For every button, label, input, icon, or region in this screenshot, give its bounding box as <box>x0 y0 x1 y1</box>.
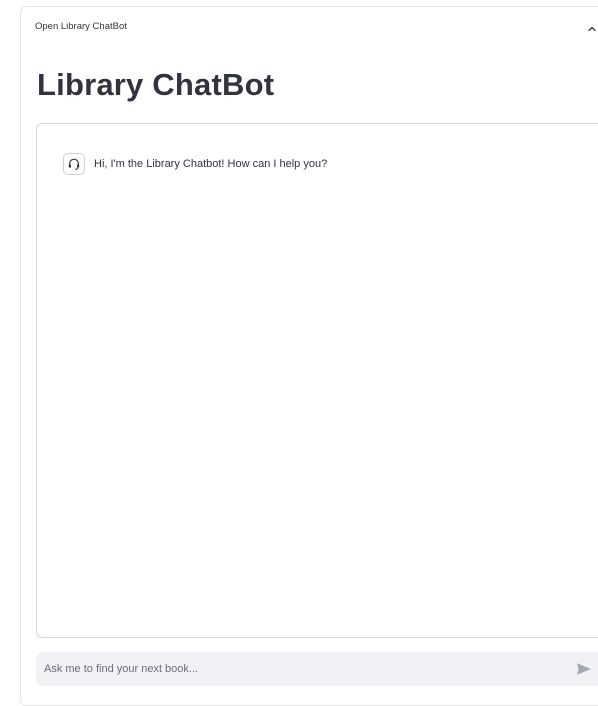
expander-label: Open Library ChatBot <box>35 21 127 32</box>
chat-input[interactable] <box>36 652 556 686</box>
send-button[interactable] <box>574 660 594 678</box>
expander-header[interactable]: Open Library ChatBot <box>21 7 598 45</box>
chat-message-container: Hi, I'm the Library Chatbot! How can I h… <box>36 123 598 638</box>
page-title: Library ChatBot <box>37 67 275 102</box>
send-icon <box>577 663 591 675</box>
headset-icon <box>63 153 85 175</box>
chat-message-text: Hi, I'm the Library Chatbot! How can I h… <box>94 158 328 170</box>
chat-input-box <box>36 652 598 686</box>
chat-message-assistant: Hi, I'm the Library Chatbot! How can I h… <box>63 152 327 176</box>
chevron-up-icon[interactable] <box>587 21 597 32</box>
chatbot-expander: Open Library ChatBot Library ChatBot Hi,… <box>20 6 598 706</box>
